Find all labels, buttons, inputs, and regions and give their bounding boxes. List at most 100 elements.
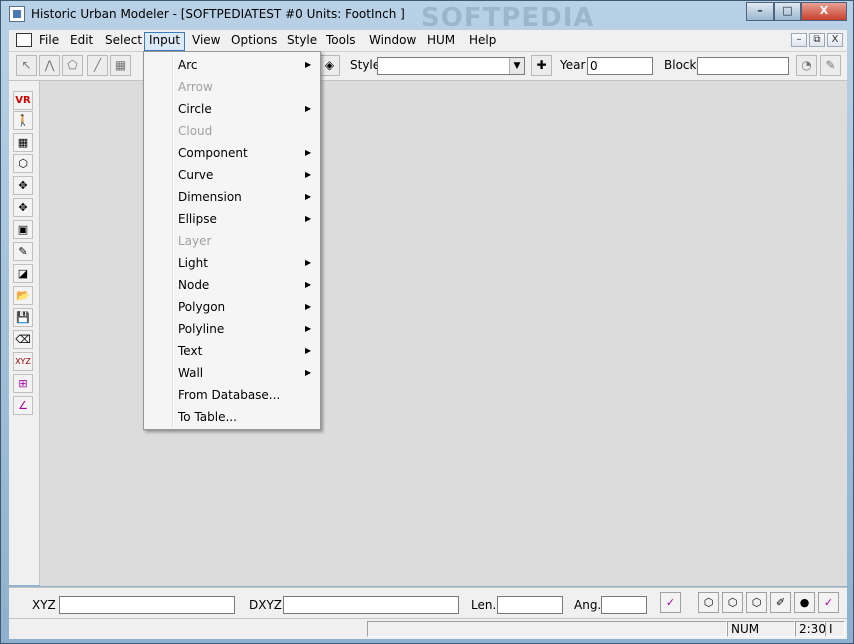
mdi-close-button[interactable]: X (827, 33, 843, 47)
menu-options[interactable]: Options (227, 32, 281, 49)
xyz-label: XYZ (32, 598, 56, 612)
vr-icon[interactable]: VR (13, 91, 33, 110)
menu-file[interactable]: File (35, 32, 63, 49)
submenu-arrow-icon: ▶ (305, 324, 312, 333)
submenu-arrow-icon: ▶ (305, 346, 312, 355)
erase-icon[interactable]: ⌫ (13, 330, 33, 349)
menu-item-cloud: Cloud (178, 124, 213, 138)
minimize-button[interactable]: – (746, 2, 774, 21)
dxyz-label: DXYZ (249, 598, 283, 612)
menu-tools[interactable]: Tools (322, 32, 360, 49)
menu-item-arc[interactable]: Arc (178, 58, 197, 72)
menu-item-to-table[interactable]: To Table... (178, 410, 237, 424)
frame-icon[interactable]: ◪ (13, 264, 33, 283)
len-input[interactable] (497, 596, 563, 614)
menu-item-circle[interactable]: Circle (178, 102, 212, 116)
view-cube-side-icon[interactable]: ⬡ (746, 592, 767, 613)
menu-item-layer: Layer (178, 234, 212, 248)
len-label: Len. (471, 598, 497, 612)
measure-icon[interactable]: ⊞ (13, 374, 33, 393)
year-label: Year (560, 58, 586, 72)
close-button[interactable]: X (801, 2, 847, 21)
menu-item-from-database[interactable]: From Database... (178, 388, 280, 402)
light-icon[interactable]: ● (794, 592, 815, 613)
menu-help[interactable]: Help (465, 32, 500, 49)
render-icon[interactable]: ◔ (796, 55, 817, 76)
document-icon[interactable] (16, 33, 32, 47)
menu-item-polyline[interactable]: Polyline (178, 322, 224, 336)
style-select[interactable]: ▼ (377, 57, 525, 75)
block-input[interactable] (697, 57, 789, 75)
menu-item-light[interactable]: Light (178, 256, 208, 270)
xyz-input[interactable] (59, 596, 235, 614)
plus-icon[interactable]: ✚ (531, 55, 552, 76)
chevron-down-icon[interactable]: ▼ (509, 58, 524, 74)
year-input[interactable]: 0 (587, 57, 653, 75)
menu-input[interactable]: Input (144, 32, 186, 51)
check-icon[interactable]: ✓ (818, 592, 839, 613)
menu-select[interactable]: Select (101, 32, 146, 49)
dxyz-input[interactable] (283, 596, 459, 614)
query-xyz-icon[interactable]: XYZ (13, 352, 33, 371)
menu-item-curve[interactable]: Curve (178, 168, 213, 182)
submenu-arrow-icon: ▶ (305, 214, 312, 223)
menu-item-wall[interactable]: Wall (178, 366, 203, 380)
status-bar: NUM 2:30 I (9, 618, 847, 639)
save-icon[interactable]: 💾 (13, 308, 33, 327)
extra-indicator: I (825, 621, 845, 637)
apply-coordinate-icon[interactable]: ✓ (660, 592, 681, 613)
pointer-icon[interactable]: ↖ (16, 55, 37, 76)
copy-icon[interactable]: ▣ (13, 220, 33, 239)
ang-label: Ang. (574, 598, 602, 612)
paint-icon[interactable]: ✎ (13, 242, 33, 261)
application-window: Historic Urban Modeler - [SOFTPEDIATEST … (0, 0, 854, 644)
app-icon[interactable] (9, 6, 25, 22)
menu-bar: File Edit Select Input View Options Styl… (9, 30, 847, 52)
menu-item-component[interactable]: Component (178, 146, 248, 160)
menu-window[interactable]: Window (365, 32, 420, 49)
submenu-arrow-icon: ▶ (305, 302, 312, 311)
menu-gutter (172, 54, 174, 427)
draw-icon[interactable]: ✐ (770, 592, 791, 613)
open-folder-icon[interactable]: 📂 (13, 286, 33, 305)
line-tool-icon[interactable]: ╱ (87, 55, 108, 76)
angle-icon[interactable]: ∠ (13, 396, 33, 415)
main-toolbar: ↖ ⋀ ⬠ ╱ ▦ ◈ Style ▼ ✚ Year 0 Block ◔ ✎ (9, 52, 847, 81)
submenu-arrow-icon: ▶ (305, 60, 312, 69)
move-icon[interactable]: ✥ (13, 176, 33, 195)
title-bar[interactable]: Historic Urban Modeler - [SOFTPEDIATEST … (1, 1, 853, 33)
rotate-icon[interactable]: ✥ (13, 198, 33, 217)
view-cube-front-icon[interactable]: ⬡ (722, 592, 743, 613)
submenu-arrow-icon: ▶ (305, 258, 312, 267)
style-label: Style (350, 58, 381, 72)
polyline-tool-icon[interactable]: ⋀ (39, 55, 60, 76)
menu-item-ellipse[interactable]: Ellipse (178, 212, 217, 226)
menu-style[interactable]: Style (283, 32, 321, 49)
menu-item-node[interactable]: Node (178, 278, 209, 292)
menu-edit[interactable]: Edit (66, 32, 97, 49)
tool-icon[interactable]: ▦ (110, 55, 131, 76)
polygon-tool-icon[interactable]: ⬠ (62, 55, 83, 76)
menu-item-arrow: Arrow (178, 80, 213, 94)
left-toolbar: VR 🚶 ▦ ⬡ ✥ ✥ ▣ ✎ ◪ 📂 💾 ⌫ XYZ ⊞ ∠ (9, 81, 40, 585)
ang-input[interactable] (601, 596, 647, 614)
input-menu: Arc ▶ Arrow Circle ▶ Cloud Component ▶ C… (143, 51, 321, 430)
menu-hum[interactable]: HUM (423, 32, 459, 49)
menu-item-text[interactable]: Text (178, 344, 202, 358)
watermark: SOFTPEDIA (421, 3, 595, 33)
status-message (367, 621, 727, 637)
cube-icon[interactable]: ⬡ (13, 154, 33, 173)
edit-tool-icon[interactable]: ✎ (820, 55, 841, 76)
layers-icon[interactable]: ◈ (319, 55, 340, 76)
menu-item-polygon[interactable]: Polygon (178, 300, 225, 314)
time-indicator: 2:30 (795, 621, 826, 637)
walk-icon[interactable]: 🚶 (13, 111, 33, 130)
grid-icon[interactable]: ▦ (13, 133, 33, 152)
maximize-button[interactable]: □ (774, 2, 801, 21)
mdi-restore-button[interactable]: ⧉ (809, 33, 825, 47)
block-label: Block (664, 58, 697, 72)
mdi-minimize-button[interactable]: – (791, 33, 807, 47)
view-cube-icon[interactable]: ⬡ (698, 592, 719, 613)
menu-view[interactable]: View (188, 32, 224, 49)
menu-item-dimension[interactable]: Dimension (178, 190, 242, 204)
